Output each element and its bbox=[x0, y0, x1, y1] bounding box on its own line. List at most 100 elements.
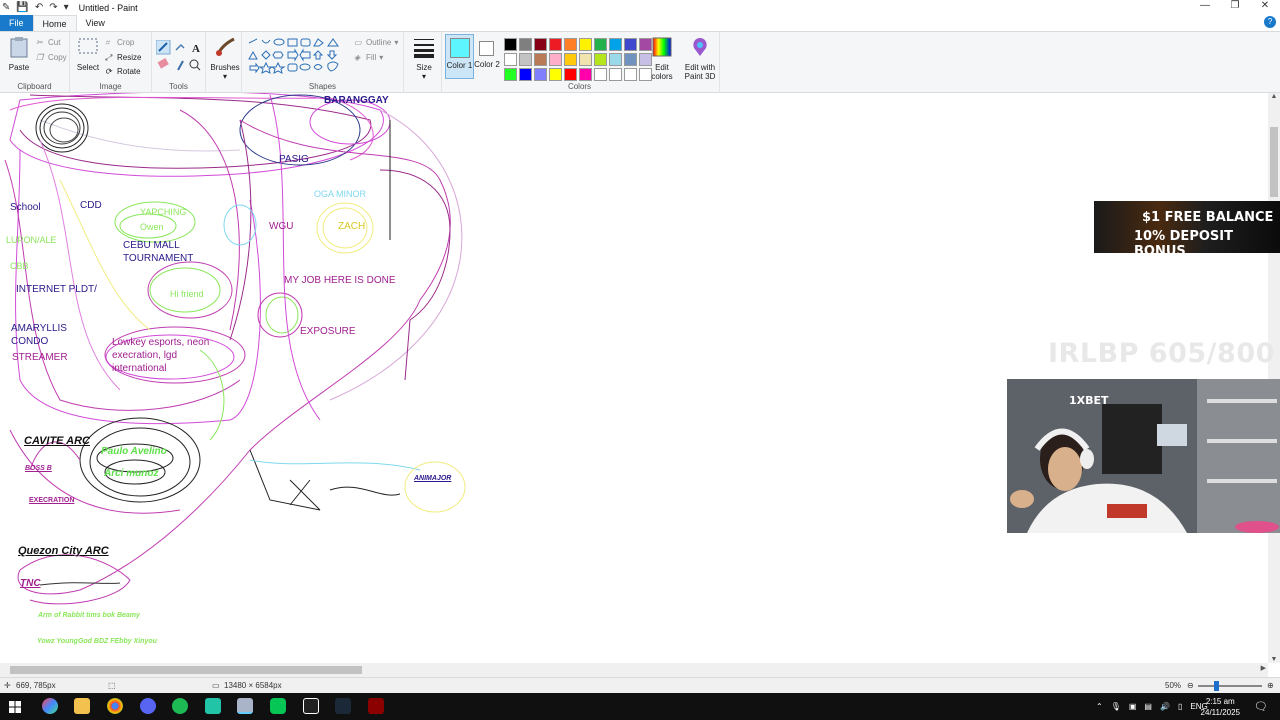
palette-swatch[interactable] bbox=[549, 68, 562, 81]
zoom-slider-thumb[interactable] bbox=[1214, 681, 1219, 691]
display-icon[interactable]: ▣ bbox=[1129, 702, 1137, 711]
scroll-right-arrow-icon[interactable]: ▶ bbox=[1261, 664, 1266, 672]
tray-chevron-icon[interactable]: ⌃ bbox=[1096, 702, 1103, 711]
app-icon-dark[interactable] bbox=[303, 698, 319, 714]
palette-swatch[interactable] bbox=[624, 53, 637, 66]
cut-button[interactable]: ✂ Cut bbox=[36, 38, 60, 47]
palette-swatch[interactable] bbox=[564, 53, 577, 66]
rotate-button[interactable]: ⟳ Rotate bbox=[105, 67, 141, 76]
size-group[interactable]: Size ▾ bbox=[404, 32, 442, 93]
mic-icon[interactable]: 🎙 bbox=[1111, 702, 1121, 711]
canvas-label: CONDO bbox=[11, 336, 49, 347]
edit-paint3d-button[interactable]: Edit with Paint 3D bbox=[682, 36, 718, 81]
app-icon-red[interactable] bbox=[368, 698, 384, 714]
vertical-scrollbar[interactable]: ▲ ▼ bbox=[1268, 93, 1280, 663]
palette-swatch[interactable] bbox=[504, 38, 517, 51]
tab-file[interactable]: File bbox=[0, 15, 33, 31]
notification-icon[interactable]: 🗨 bbox=[1254, 700, 1268, 713]
color2-button[interactable]: Color 2 bbox=[474, 34, 500, 79]
fill-dropdown[interactable]: ◈ Fill ▾ bbox=[354, 53, 383, 62]
save-icon[interactable]: 💾 bbox=[16, 2, 28, 13]
tab-view[interactable]: View bbox=[77, 15, 114, 31]
restore-button[interactable]: ❐ bbox=[1220, 0, 1250, 11]
line-app-icon[interactable] bbox=[270, 698, 286, 714]
vertical-scroll-thumb[interactable] bbox=[1270, 127, 1278, 197]
palette-swatch[interactable] bbox=[519, 53, 532, 66]
shapes-group: ▭ Outline ▾ ◈ Fill ▾ Shapes bbox=[242, 32, 404, 93]
image-group: Select ⌗ Crop ⤢ Resize ⟳ Rotate Image bbox=[70, 32, 152, 93]
scroll-up-arrow-icon[interactable]: ▲ bbox=[1268, 93, 1280, 100]
tab-home[interactable]: Home bbox=[32, 15, 77, 31]
palette-swatch[interactable] bbox=[564, 38, 577, 51]
color-palette[interactable] bbox=[503, 37, 653, 82]
help-icon[interactable]: ? bbox=[1264, 16, 1276, 28]
palette-swatch[interactable] bbox=[594, 38, 607, 51]
horizontal-scrollbar[interactable]: ▶ bbox=[0, 663, 1268, 677]
minimize-button[interactable]: — bbox=[1190, 0, 1220, 11]
palette-swatch[interactable] bbox=[519, 68, 532, 81]
zoom-in-icon[interactable]: ⊕ bbox=[1267, 681, 1274, 690]
scroll-down-arrow-icon[interactable]: ▼ bbox=[1268, 656, 1280, 663]
canvas-label: PASIG bbox=[279, 154, 309, 165]
palette-swatch[interactable] bbox=[579, 38, 592, 51]
palette-swatch[interactable] bbox=[609, 53, 622, 66]
palette-swatch[interactable] bbox=[534, 38, 547, 51]
customize-chevron-icon[interactable]: ▾ bbox=[64, 2, 69, 13]
shapes-gallery[interactable] bbox=[248, 38, 344, 78]
crop-button[interactable]: ⌗ Crop bbox=[105, 38, 134, 47]
horizontal-scroll-thumb[interactable] bbox=[10, 666, 362, 674]
spotify-icon[interactable] bbox=[172, 698, 188, 714]
outline-dropdown[interactable]: ▭ Outline ▾ bbox=[354, 38, 398, 47]
svg-text:A: A bbox=[192, 43, 200, 55]
palette-swatch[interactable] bbox=[594, 68, 607, 81]
palette-swatch[interactable] bbox=[549, 53, 562, 66]
webcam-sign-text: 1XBET bbox=[1069, 394, 1109, 407]
chrome-icon[interactable] bbox=[107, 698, 123, 714]
palette-swatch[interactable] bbox=[579, 68, 592, 81]
volume-icon[interactable]: 🔊 bbox=[1160, 702, 1170, 711]
palette-swatch[interactable] bbox=[624, 38, 637, 51]
palette-swatch[interactable] bbox=[534, 53, 547, 66]
palette-swatch[interactable] bbox=[609, 68, 622, 81]
paste-button[interactable]: Paste bbox=[6, 36, 32, 72]
file-explorer-icon[interactable] bbox=[74, 698, 90, 714]
undo-icon[interactable]: ↶ bbox=[35, 2, 43, 13]
drawing-canvas[interactable]: BARANGGAY PASIG OGA MINOR School CDD YAPCHING… bbox=[0, 93, 1268, 663]
steam-icon[interactable] bbox=[335, 698, 351, 714]
canvas-label: Arm of Rabbit tims bok Beamy bbox=[38, 612, 140, 619]
copilot-icon[interactable] bbox=[42, 698, 58, 714]
color1-button[interactable]: Color 1 bbox=[445, 34, 474, 79]
zoom-out-icon[interactable]: ⊖ bbox=[1187, 681, 1194, 690]
edit-colors-button[interactable]: Edit colors bbox=[648, 36, 676, 81]
copy-button[interactable]: ❐ Copy bbox=[36, 53, 67, 62]
palette-swatch[interactable] bbox=[504, 68, 517, 81]
palette-swatch[interactable] bbox=[594, 53, 607, 66]
palette-swatch[interactable] bbox=[579, 53, 592, 66]
select-button[interactable]: Select bbox=[76, 36, 100, 72]
promo-banner: $1 FREE BALANCE 10% DEPOSIT BONUS bbox=[1094, 201, 1280, 259]
network-icon[interactable]: ▤ bbox=[1144, 702, 1152, 711]
zoom-slider[interactable] bbox=[1198, 685, 1262, 687]
size-button[interactable]: Size ▾ bbox=[410, 36, 438, 81]
palette-swatch[interactable] bbox=[549, 38, 562, 51]
windows-start-icon[interactable] bbox=[9, 701, 21, 713]
resize-button[interactable]: ⤢ Resize bbox=[105, 53, 141, 62]
system-clock[interactable]: 2:15 am 24/11/2025 bbox=[1201, 696, 1240, 718]
canvas-label: STREAMER bbox=[12, 352, 68, 363]
battery-icon[interactable]: ▯ bbox=[1178, 702, 1182, 711]
canvas-label: WGU bbox=[269, 221, 294, 232]
brushes-button[interactable]: Brushes ▾ bbox=[210, 36, 240, 81]
app-icon-teal[interactable] bbox=[205, 698, 221, 714]
palette-swatch[interactable] bbox=[504, 53, 517, 66]
palette-swatch[interactable] bbox=[534, 68, 547, 81]
brushes-group[interactable]: Brushes ▾ bbox=[206, 32, 242, 93]
redo-icon[interactable]: ↷ bbox=[49, 2, 57, 13]
paint-app-icon: ✎ bbox=[2, 2, 11, 13]
palette-swatch[interactable] bbox=[564, 68, 577, 81]
palette-swatch[interactable] bbox=[624, 68, 637, 81]
close-button[interactable]: ✕ bbox=[1250, 0, 1280, 11]
paint-taskbar-icon[interactable] bbox=[237, 698, 253, 714]
palette-swatch[interactable] bbox=[519, 38, 532, 51]
palette-swatch[interactable] bbox=[609, 38, 622, 51]
discord-icon[interactable] bbox=[140, 698, 156, 714]
